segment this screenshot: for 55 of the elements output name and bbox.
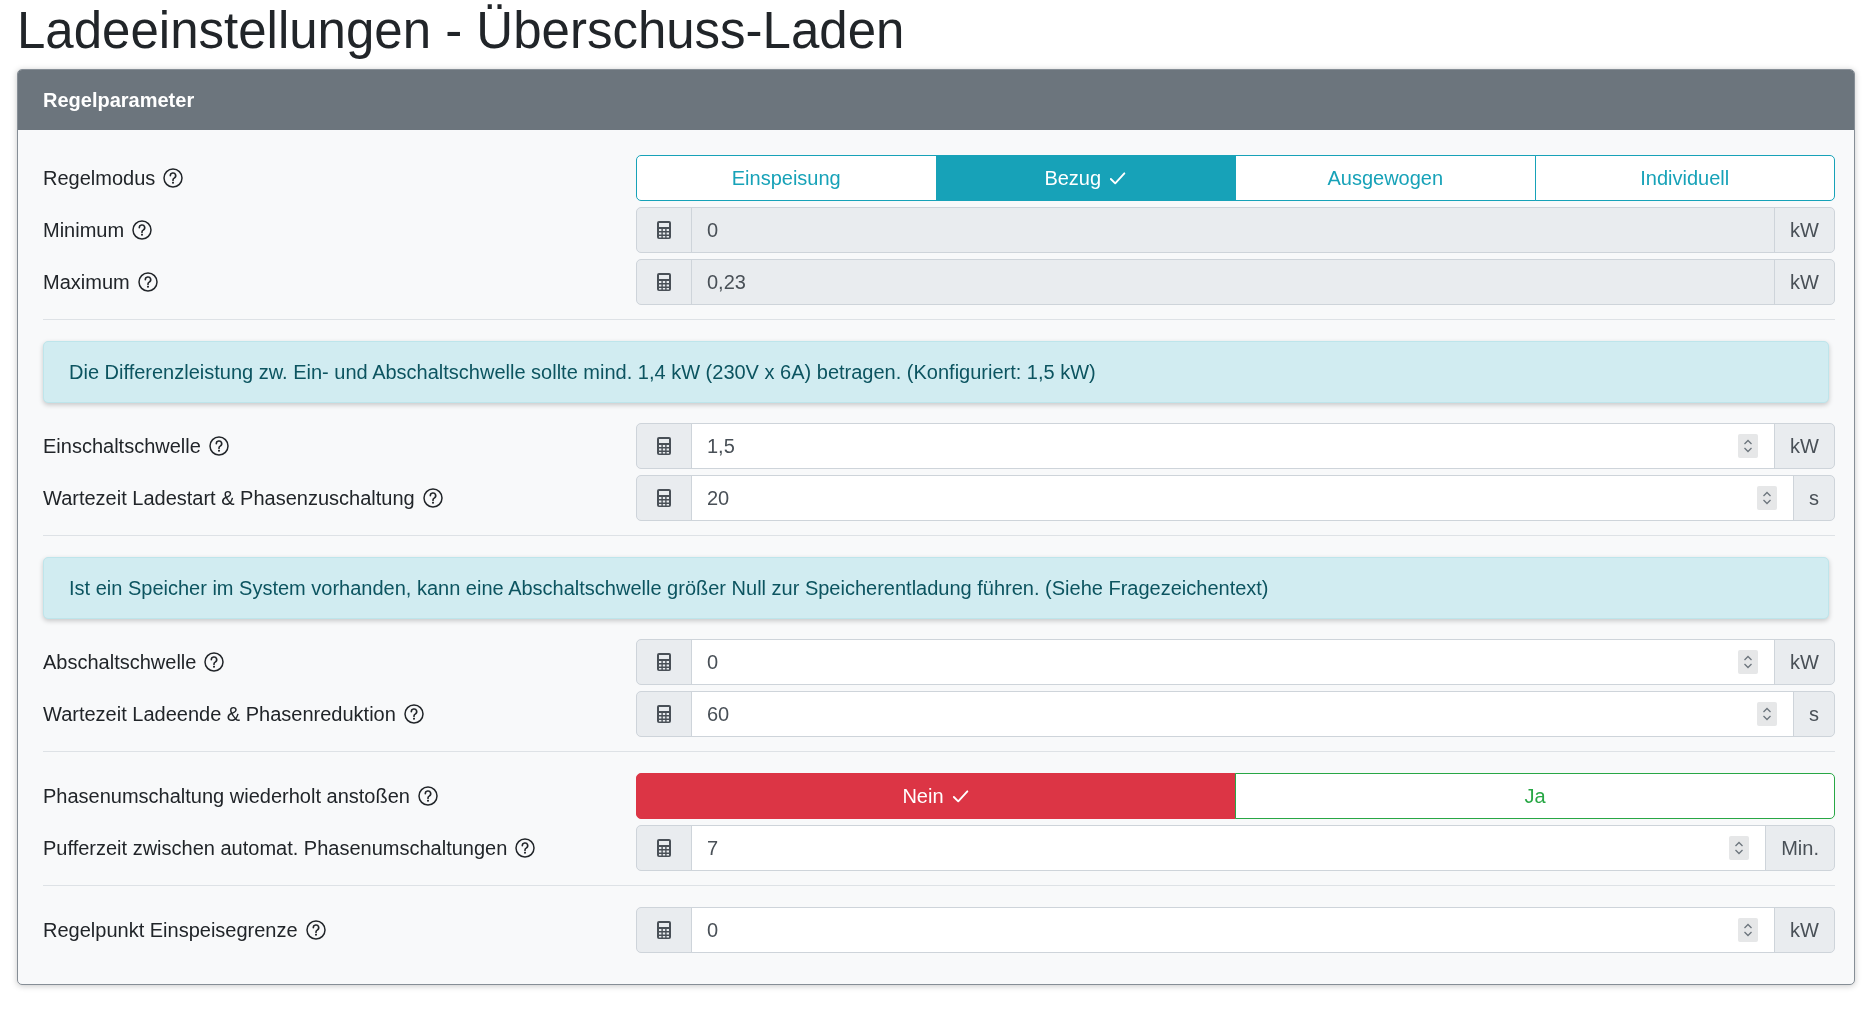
- unit-label: kW: [1774, 907, 1835, 953]
- calculator-icon: [657, 489, 671, 507]
- number-input[interactable]: 1,5: [691, 423, 1776, 469]
- up-down-arrows-icon[interactable]: [1738, 918, 1759, 942]
- field-label: Einschaltschwelle: [43, 434, 201, 459]
- unit-label: kW: [1774, 207, 1835, 253]
- number-input[interactable]: 0: [691, 639, 1776, 685]
- page-title: Ladeeinstellungen - Überschuss-Laden: [17, 1, 905, 61]
- calculator-icon: [657, 839, 671, 857]
- unit-label: s: [1793, 475, 1835, 521]
- unit-label: s: [1793, 691, 1835, 737]
- unit-label: kW: [1774, 639, 1835, 685]
- field-label: Pufferzeit zwischen automat. Phasenumschaltungen: [43, 836, 508, 861]
- number-input[interactable]: 7: [691, 825, 1767, 871]
- calculator-icon: [657, 437, 671, 455]
- field-label: Regelpunkt Einspeisegrenze: [43, 918, 298, 943]
- up-down-arrows-icon[interactable]: [1729, 836, 1750, 860]
- field-label: Wartezeit Ladeende & Phasenreduktion: [43, 702, 396, 727]
- help-icon[interactable]: [204, 652, 225, 672]
- help-icon[interactable]: [417, 786, 438, 806]
- info-alert: Ist ein Speicher im System vorhanden, kann eine Abschaltschwelle größer Null zur Speicherentladung führen. (Siehe Fragezeichentext): [43, 557, 1829, 619]
- help-icon[interactable]: [305, 920, 326, 940]
- up-down-arrows-icon[interactable]: [1738, 434, 1759, 458]
- help-icon[interactable]: [163, 168, 184, 188]
- unit-label: kW: [1774, 259, 1835, 305]
- help-icon[interactable]: [422, 488, 443, 508]
- help-icon[interactable]: [137, 272, 158, 292]
- option-button[interactable]: Nein: [636, 773, 1236, 819]
- info-alert: Die Differenzleistung zw. Ein- und Abschaltschwelle sollte mind. 1,4 kW (230V x 6A) betragen. (Konfiguriert: 1,5 kW): [43, 341, 1829, 403]
- field-label: Phasenumschaltung wiederholt anstoßen: [43, 784, 410, 809]
- up-down-arrows-icon[interactable]: [1738, 650, 1759, 674]
- unit-label: Min.: [1765, 825, 1835, 871]
- up-down-arrows-icon[interactable]: [1757, 702, 1777, 726]
- card-title: Regelparameter: [43, 89, 195, 111]
- number-input[interactable]: 0,23: [691, 259, 1776, 305]
- calculator-icon: [657, 221, 671, 239]
- number-input[interactable]: 0: [691, 207, 1776, 253]
- calculator-icon: [657, 653, 671, 671]
- field-label: Regelmodus: [43, 166, 156, 191]
- calculator-icon: [657, 273, 671, 291]
- help-icon[interactable]: [403, 704, 424, 724]
- help-icon[interactable]: [515, 838, 536, 858]
- unit-label: kW: [1774, 423, 1835, 469]
- help-icon[interactable]: [208, 436, 229, 456]
- calculator-icon: [657, 705, 671, 723]
- calculator-icon: [657, 921, 671, 939]
- number-input[interactable]: 0: [691, 907, 1776, 953]
- up-down-arrows-icon[interactable]: [1757, 486, 1777, 510]
- number-input[interactable]: 60: [691, 691, 1794, 737]
- field-label: Maximum: [43, 270, 130, 295]
- field-label: Minimum: [43, 218, 125, 243]
- field-label: Abschaltschwelle: [43, 650, 197, 675]
- number-input[interactable]: 20: [691, 475, 1794, 521]
- help-icon[interactable]: [132, 220, 153, 240]
- field-label: Wartezeit Ladestart & Phasenzuschaltung: [43, 486, 415, 511]
